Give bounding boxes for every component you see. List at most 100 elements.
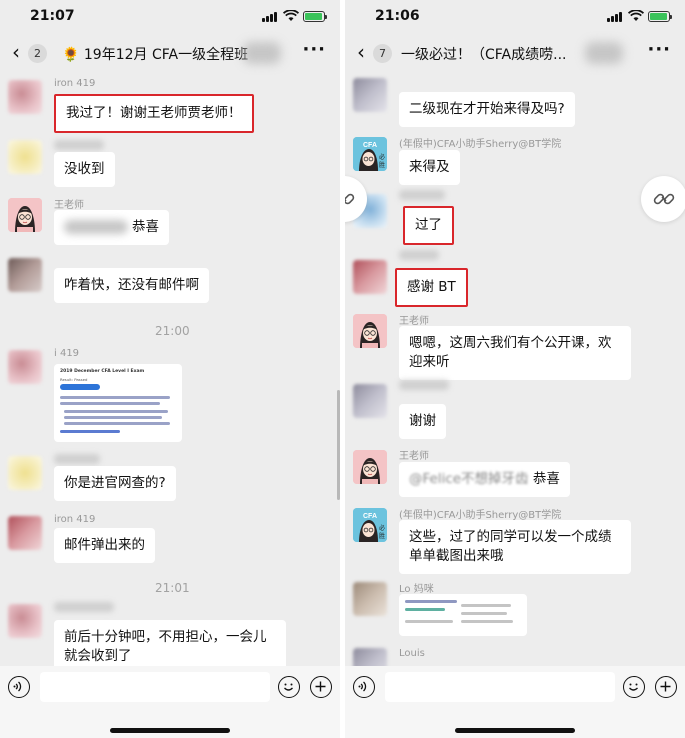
sender-name: i 419: [54, 348, 80, 359]
sender-name: [54, 454, 100, 464]
timestamp-separator: 21:00: [155, 324, 190, 338]
voice-icon[interactable]: [353, 676, 375, 698]
avatar[interactable]: [8, 456, 42, 490]
chat-title: 🌻 19年12月 CFA一级全程班: [62, 47, 249, 63]
mention-blur: [64, 220, 128, 234]
teacher-avatar[interactable]: [8, 198, 42, 232]
message-composer: [345, 666, 685, 738]
svg-text:CFA: CFA: [363, 513, 377, 520]
status-bar: 21:07: [0, 0, 340, 34]
title-blur: [243, 42, 281, 64]
image-message-card[interactable]: [399, 594, 527, 636]
timestamp-separator: 21:01: [155, 581, 190, 595]
link-button[interactable]: [345, 176, 367, 222]
message-bubble[interactable]: 嗯嗯，这周六我们有个公开课，欢迎来听: [399, 326, 631, 380]
status-bar: 21:06: [345, 0, 685, 34]
status-time: 21:07: [30, 8, 75, 24]
chat-header: ‹ 2 🌻 19年12月 CFA一级全程班 ···: [0, 34, 340, 72]
link-icon: [653, 193, 675, 205]
emoji-icon[interactable]: [623, 676, 645, 698]
sender-name: [399, 250, 439, 260]
svg-text:胜: 胜: [379, 532, 385, 540]
teacher-portrait-icon: [353, 314, 387, 348]
message-bubble[interactable]: 谢谢: [399, 404, 446, 439]
link-button[interactable]: [641, 176, 685, 222]
avatar[interactable]: [8, 604, 42, 638]
sender-name: [54, 602, 114, 612]
sender-name: Lo 妈咪: [399, 584, 434, 595]
image-message-card[interactable]: 2019 December CFA Level I Exam Result: P…: [54, 364, 182, 442]
teacher-portrait-icon: [8, 198, 42, 232]
teacher-portrait-icon: [353, 450, 387, 484]
more-icon[interactable]: ···: [302, 39, 326, 60]
avatar[interactable]: [353, 78, 387, 112]
link-icon: [345, 193, 355, 205]
card-title: 2019 December CFA Level I Exam: [60, 369, 145, 374]
message-bubble[interactable]: 感谢 BT: [395, 268, 468, 307]
wifi-icon: [628, 10, 644, 21]
more-icon[interactable]: ···: [647, 39, 671, 60]
sender-name: [399, 190, 445, 200]
message-input[interactable]: [40, 672, 270, 702]
message-bubble[interactable]: 恭喜: [54, 210, 169, 245]
sender-name: 王老师: [54, 200, 84, 211]
sender-name: [399, 380, 449, 390]
message-bubble[interactable]: 二级现在才开始来得及吗?: [399, 92, 575, 127]
emoji-icon[interactable]: [278, 676, 300, 698]
cfa-assistant-avatar[interactable]: CFA 必 胜: [353, 508, 387, 542]
battery-icon: [648, 11, 672, 22]
cfa-logo-icon: CFA 必 胜: [353, 137, 387, 171]
avatar[interactable]: [353, 260, 387, 294]
message-bubble[interactable]: 咋着快，还没有邮件啊: [54, 268, 209, 303]
message-bubble[interactable]: 来得及: [399, 150, 460, 185]
message-bubble[interactable]: 过了: [403, 206, 454, 245]
chevron-left-icon[interactable]: ‹: [357, 40, 365, 64]
chat-header: ‹ 7 一级必过！（CFA成绩唠... ···: [345, 34, 685, 72]
avatar[interactable]: [8, 258, 42, 292]
unread-count-badge: 2: [28, 44, 47, 63]
teacher-avatar[interactable]: [353, 314, 387, 348]
card-subtitle: Result: Passed: [60, 377, 88, 382]
title-blur: [585, 42, 623, 64]
svg-text:胜: 胜: [379, 161, 385, 169]
avatar[interactable]: [8, 516, 42, 550]
battery-icon: [303, 11, 327, 22]
plus-icon[interactable]: [655, 676, 677, 698]
svg-text:CFA: CFA: [363, 142, 377, 149]
message-bubble[interactable]: 没收到: [54, 152, 115, 187]
avatar[interactable]: [8, 80, 42, 114]
message-bubble[interactable]: 邮件弹出来的: [54, 528, 155, 563]
message-bubble[interactable]: 我过了！谢谢王老师贾老师！: [54, 94, 254, 133]
sender-name: (年假中)CFA小助手Sherry@BT学院: [399, 510, 562, 521]
sender-name: 王老师: [399, 316, 429, 327]
cfa-assistant-avatar[interactable]: CFA 必 胜: [353, 137, 387, 171]
message-input[interactable]: [385, 672, 615, 702]
unread-count-badge: 7: [373, 44, 392, 63]
avatar[interactable]: [8, 350, 42, 384]
sender-name: Louis: [399, 648, 425, 659]
sender-name: 王老师: [399, 451, 429, 462]
message-bubble[interactable]: 这些，过了的同学可以发一个成绩单单截图出来哦: [399, 520, 631, 574]
signal-icon: [607, 12, 623, 22]
svg-text:必: 必: [379, 153, 385, 161]
avatar[interactable]: [8, 140, 42, 174]
sender-name: [54, 140, 104, 150]
voice-icon[interactable]: [8, 676, 30, 698]
cfa-logo-icon: CFA 必 胜: [353, 508, 387, 542]
mention-text: @Felice不想掉牙齿: [409, 471, 529, 487]
card-button: [60, 384, 100, 390]
message-bubble[interactable]: @Felice不想掉牙齿 恭喜: [399, 462, 570, 497]
home-indicator: [110, 728, 230, 733]
status-time: 21:06: [375, 8, 420, 24]
plus-icon[interactable]: [310, 676, 332, 698]
svg-text:必: 必: [379, 524, 385, 532]
right-chat-screen: 21:06 ‹ 7 一级必过！（CFA成绩唠... ··· 二级现在才开始来得及…: [345, 0, 685, 738]
avatar[interactable]: [353, 384, 387, 418]
message-composer: [0, 666, 340, 738]
teacher-avatar[interactable]: [353, 450, 387, 484]
message-text: 恭喜: [532, 471, 560, 487]
message-bubble[interactable]: 你是进官网查的?: [54, 466, 176, 501]
chevron-left-icon[interactable]: ‹: [12, 40, 20, 64]
sender-name: (年假中)CFA小助手Sherry@BT学院: [399, 139, 562, 150]
avatar[interactable]: [353, 582, 387, 616]
